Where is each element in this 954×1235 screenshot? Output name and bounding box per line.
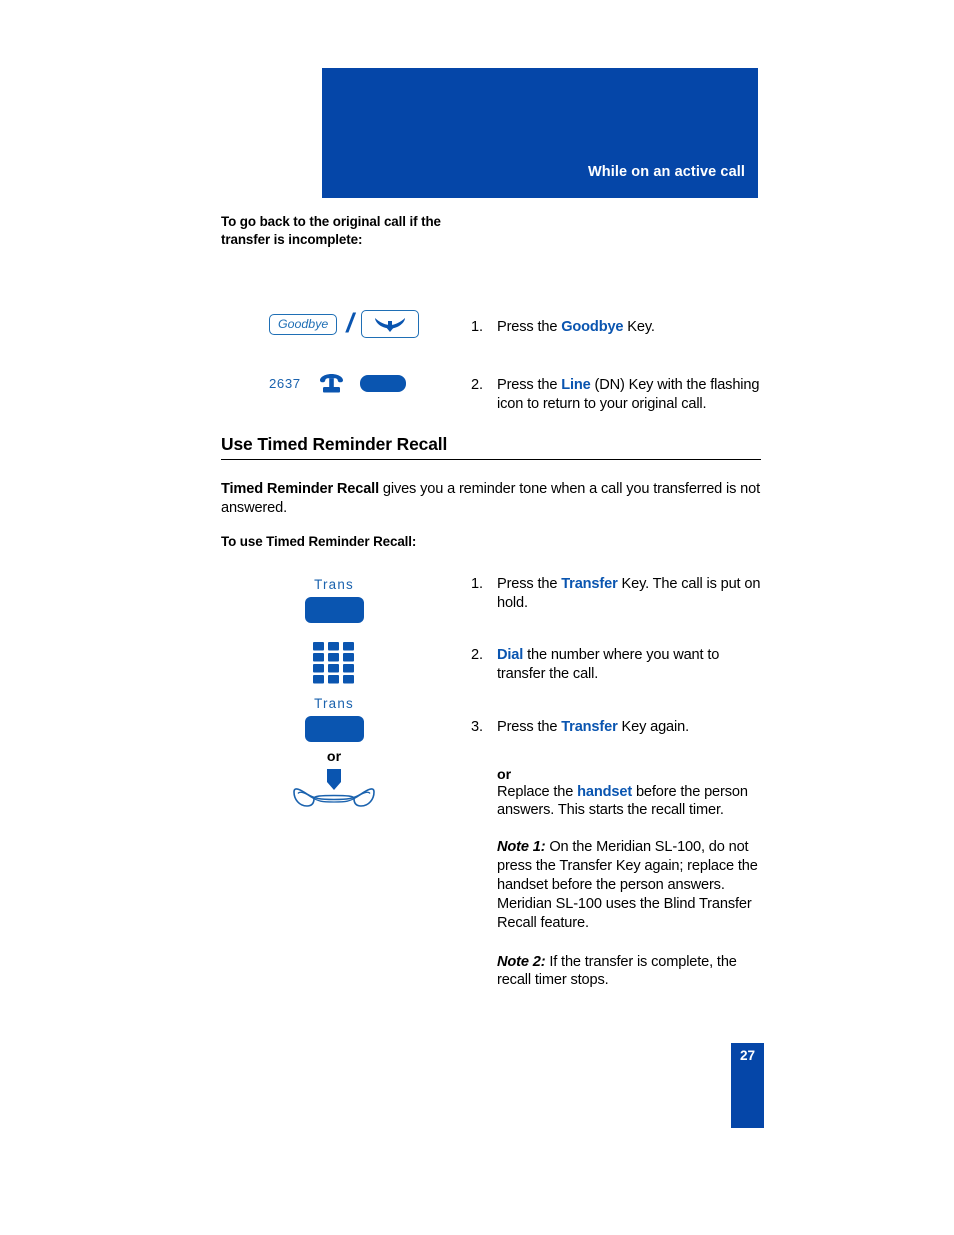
icon-or-label: or [326, 749, 342, 766]
section-title: Use Timed Reminder Recall [221, 433, 448, 454]
step-text: Dial the number where you want to transf… [497, 646, 761, 684]
page-number: 27 [739, 1048, 756, 1063]
section-one-step-block: Goodbye / 2637 1. Press the Goodbye Key.… [221, 268, 761, 413]
section-two-steps: 1. Press the Transfer Key. The call is p… [471, 550, 761, 990]
step-text-part: Press the [497, 576, 562, 593]
handset-down-icon[interactable] [360, 310, 419, 339]
step-item: 1. Press the Goodbye Key. [471, 318, 761, 337]
note-item: Note 2: If the transfer is complete, the… [471, 953, 761, 991]
section-one-icon-column: Goodbye / 2637 [221, 268, 471, 413]
alternative-or-label: or [497, 766, 512, 783]
step-text-part: Key again. [617, 718, 690, 735]
step-text-part: Press the [497, 718, 562, 735]
telephone-icon [319, 373, 344, 394]
alternative-text-part: Replace the [497, 783, 578, 800]
alternative-block: or Replace the handset before the person… [471, 767, 761, 821]
step-item: 2. Press the Line (DN) Key with the flas… [471, 376, 761, 414]
step-text-part: Key. [623, 319, 655, 336]
step-text-part: Press the [497, 319, 562, 336]
step-number: 1. [471, 319, 483, 336]
step-text: Press the Line (DN) Key with the flashin… [497, 376, 761, 414]
section-two-step-block: Trans Trans or 1. Press the Transfer Key… [221, 550, 761, 990]
step-text-part: the number where you want to transfer th… [497, 647, 720, 682]
alternative-text: Replace the handset before the person an… [497, 783, 761, 821]
note-item: Note 1: On the Meridian SL-100, do not p… [471, 838, 761, 932]
page-header-banner: While on an active call [322, 68, 758, 198]
alternative-key-term: handset [577, 783, 633, 800]
page-number-tab: 27 [731, 1043, 764, 1128]
section-one-steps: 1. Press the Goodbye Key. 2. Press the L… [471, 268, 761, 413]
step-key-term: Transfer [561, 576, 618, 593]
step-key-term: Goodbye [561, 319, 624, 336]
step-number: 1. [471, 576, 483, 593]
dn-number-label: 2637 [269, 376, 301, 392]
transfer-key-label: Trans [314, 696, 354, 712]
line-dn-key[interactable] [359, 375, 406, 393]
step-text: Press the Goodbye Key. [497, 318, 761, 337]
note-lead: Note 1: [497, 839, 546, 856]
section-one-heading: To go back to the original call if the t… [221, 213, 761, 248]
step-text: Press the Transfer Key again. [497, 718, 761, 737]
transfer-key-group-2: Trans [274, 696, 394, 743]
step-number: 2. [471, 647, 483, 664]
section-divider [221, 458, 761, 460]
intro-bold-lead: Timed Reminder Recall [221, 480, 379, 497]
transfer-key-label: Trans [314, 577, 354, 593]
step-key-term: Dial [497, 647, 524, 664]
step-key-term: Transfer [561, 718, 618, 735]
goodbye-icon-group: Goodbye / [269, 307, 471, 339]
transfer-key[interactable] [304, 597, 364, 624]
transfer-key[interactable] [304, 716, 364, 743]
icon-separator-slash: / [346, 307, 354, 338]
dialpad-icon[interactable] [274, 641, 394, 685]
step-number: 3. [471, 718, 483, 735]
step-item: 1. Press the Transfer Key. The call is p… [471, 575, 761, 613]
section-two-icon-column: Trans Trans or [221, 550, 471, 990]
step-text: Press the Transfer Key. The call is put … [497, 575, 761, 613]
section-two-intro: Timed Reminder Recall gives you a remind… [221, 480, 761, 518]
page-content: To go back to the original call if the t… [221, 213, 761, 990]
line-dn-icon-group: 2637 [269, 373, 471, 394]
replace-handset-icon[interactable] [274, 768, 394, 809]
step-text-part: Press the [497, 377, 562, 394]
step-key-term: Line [561, 377, 591, 394]
header-title: While on an active call [587, 164, 745, 180]
step-number: 2. [471, 377, 483, 394]
step-item: 3. Press the Transfer Key again. [471, 718, 761, 737]
goodbye-softkey[interactable]: Goodbye [269, 313, 338, 336]
section-one-heading-line2: transfer is incomplete: [221, 231, 363, 247]
step-item: 2. Dial the number where you want to tra… [471, 646, 761, 684]
section-two-header: Use Timed Reminder Recall [221, 434, 761, 460]
note-lead: Note 2: [497, 953, 546, 970]
section-one-heading-line1: To go back to the original call if the [221, 214, 441, 229]
transfer-key-group-1: Trans [274, 577, 394, 624]
section-two-sub-heading: To use Timed Reminder Recall: [221, 533, 417, 549]
